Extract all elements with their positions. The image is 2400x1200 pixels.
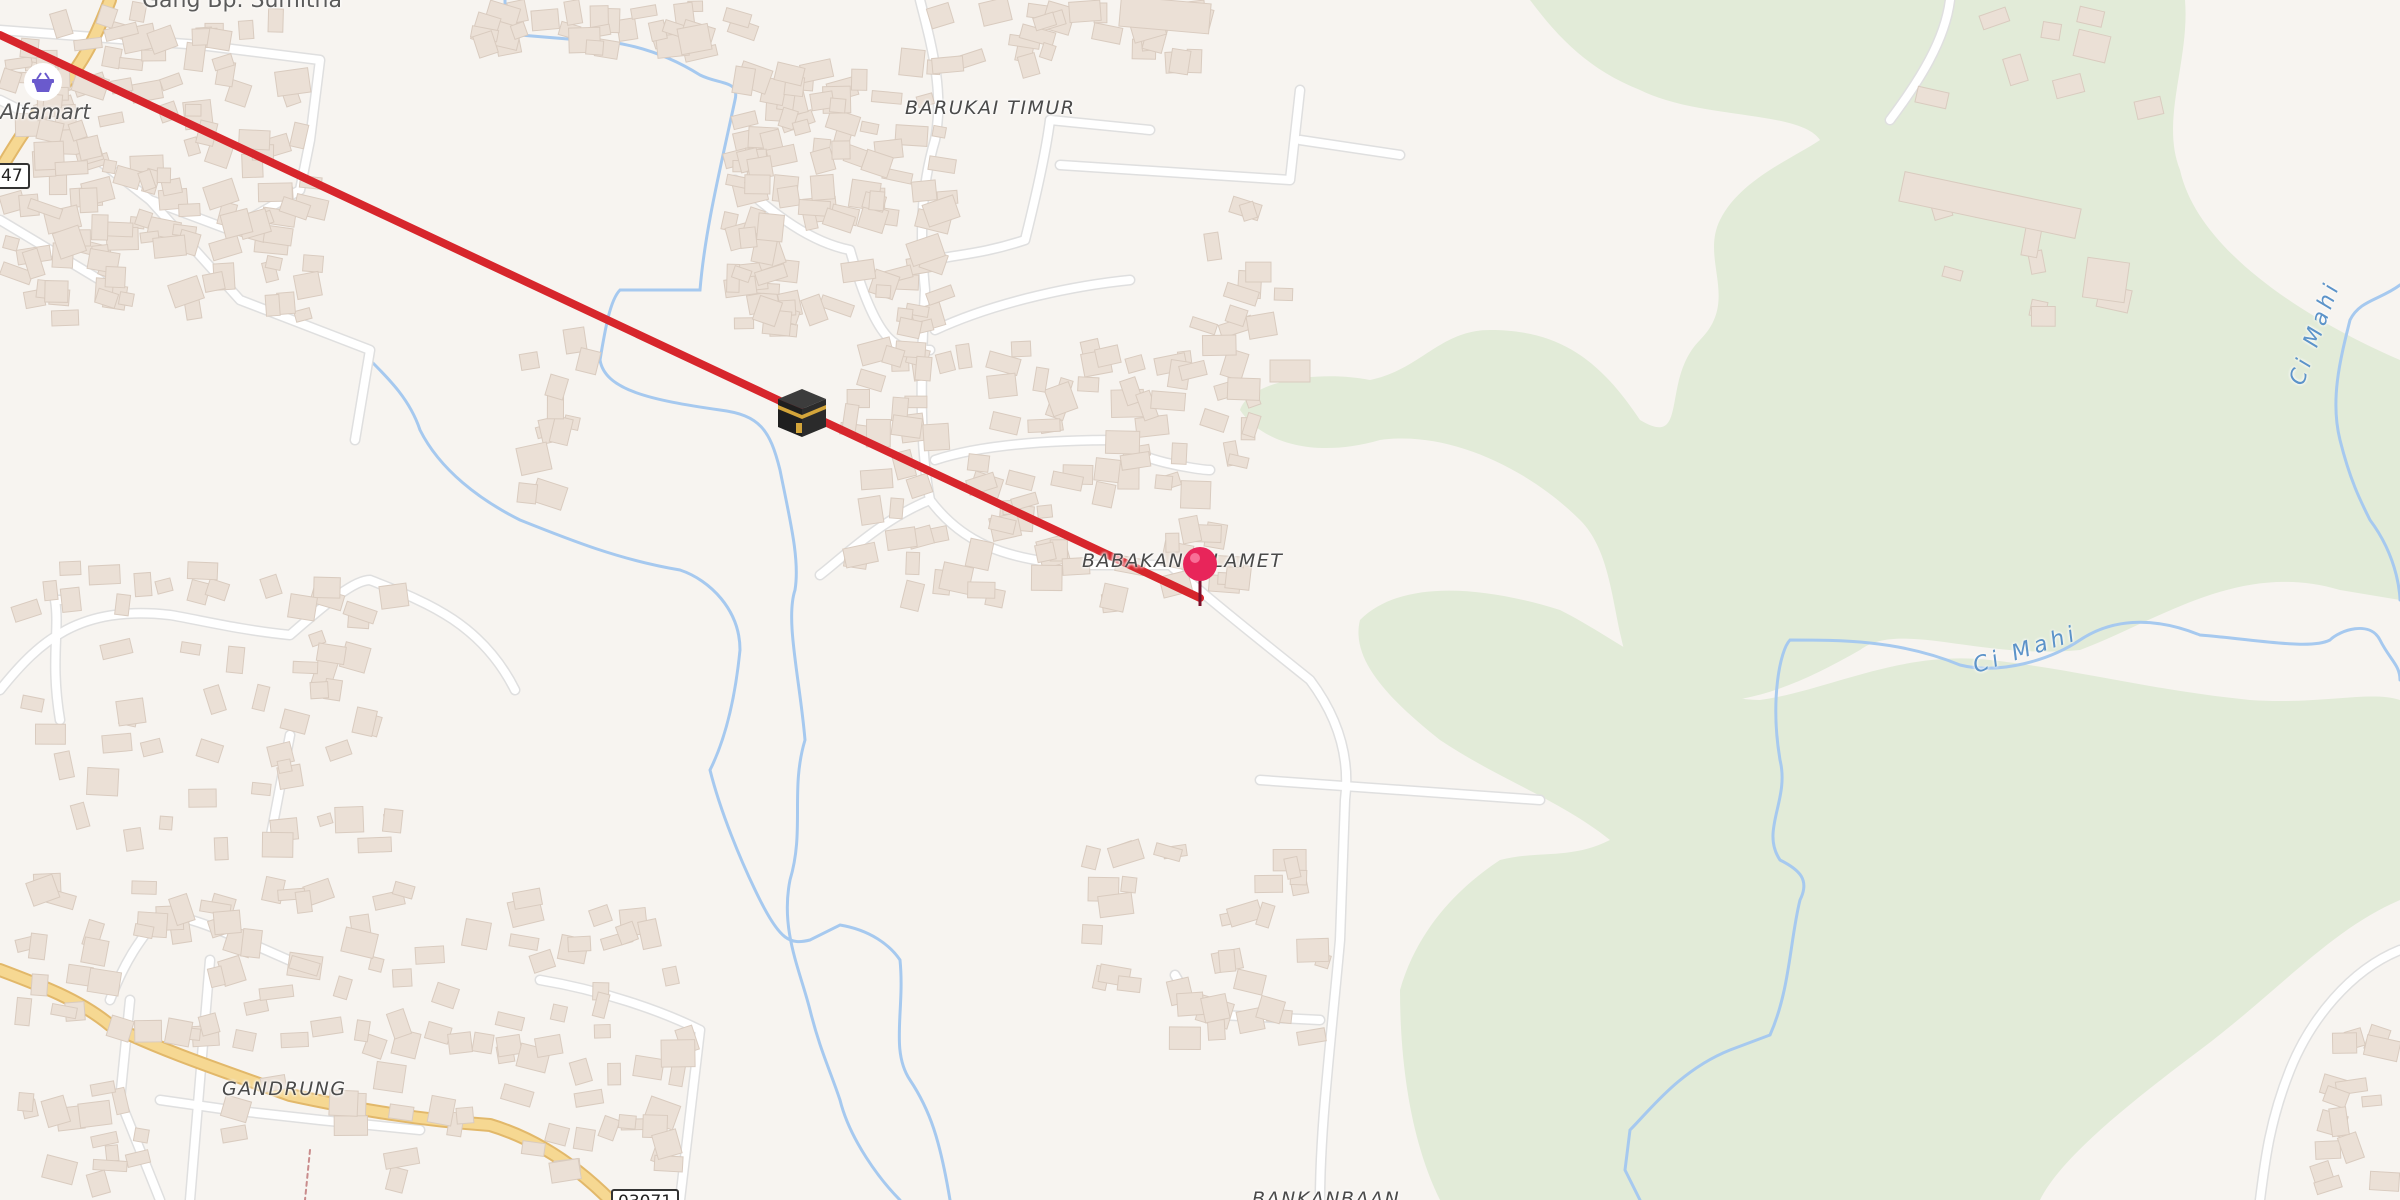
poi-label-alfamart: Alfamart <box>0 100 91 124</box>
location-pin-icon[interactable] <box>1178 544 1222 608</box>
place-label-barukai-timur: BARUKAI TIMUR <box>905 97 1076 119</box>
kaaba-icon[interactable] <box>774 385 830 441</box>
route-shield-03071: 03071 <box>611 1189 680 1200</box>
route-shield-47: 47 <box>0 163 30 189</box>
map-canvas[interactable]: Gang Bp. Sumitha BARUKAI TIMUR BABAKANSA… <box>0 0 2400 1200</box>
place-label-gandrung: GANDRUNG <box>222 1078 347 1100</box>
shopping-basket-icon[interactable] <box>24 63 62 101</box>
place-label-bankanbaan: BANKANBAAN <box>1252 1188 1401 1200</box>
qibla-direction-line <box>0 31 1204 602</box>
road-label-gang: Gang Bp. Sumitha <box>142 0 342 13</box>
